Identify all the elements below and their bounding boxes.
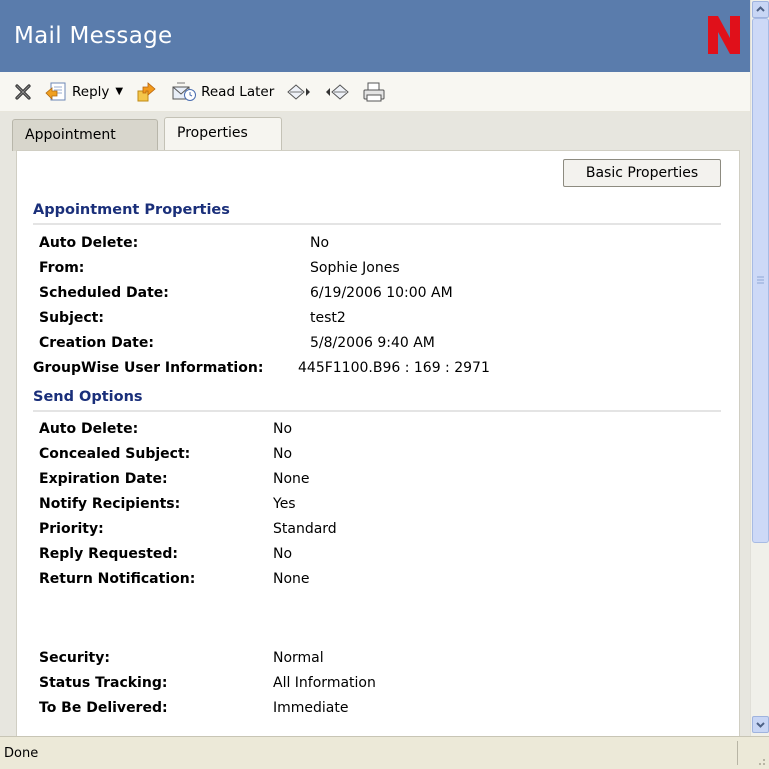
property-label: Scheduled Date: xyxy=(39,285,169,301)
property-label: From: xyxy=(39,260,85,276)
forward-icon xyxy=(137,81,156,101)
property-value: Yes xyxy=(273,496,296,512)
property-label: Notify Recipients: xyxy=(39,496,181,512)
property-value: 6/19/2006 10:00 AM xyxy=(310,285,453,301)
chevron-down-icon[interactable]: ▼ xyxy=(115,86,123,97)
property-value: Immediate xyxy=(273,700,349,716)
close-icon xyxy=(15,83,31,100)
novell-logo-icon xyxy=(708,16,740,54)
print-icon xyxy=(363,82,385,101)
reply-icon xyxy=(45,82,66,100)
section-divider xyxy=(33,223,721,225)
appointment-properties-title: Appointment Properties xyxy=(33,202,230,218)
property-label: Reply Requested: xyxy=(39,546,178,562)
property-value: 5/8/2006 9:40 AM xyxy=(310,335,435,351)
property-value: Sophie Jones xyxy=(310,260,400,276)
vertical-scrollbar[interactable] xyxy=(750,0,769,736)
property-label: Priority: xyxy=(39,521,104,537)
scroll-up-button[interactable] xyxy=(752,1,769,18)
status-bar: Done xyxy=(0,736,769,769)
property-label: Expiration Date: xyxy=(39,471,168,487)
resize-grip-icon[interactable] xyxy=(753,753,767,767)
scroll-down-button[interactable] xyxy=(752,716,769,733)
grip-icon xyxy=(757,276,764,284)
window-title: Mail Message xyxy=(14,23,173,49)
tab-appointment[interactable]: Appointment xyxy=(12,119,158,151)
reply-button[interactable]: Reply ▼ xyxy=(44,81,123,103)
properties-panel: Basic Properties Appointment Properties … xyxy=(16,150,740,740)
scrollbar-thumb[interactable] xyxy=(752,18,769,543)
property-value: 445F1100.B96 : 169 : 2971 xyxy=(298,360,490,376)
property-value: None xyxy=(273,471,310,487)
reply-label: Reply xyxy=(72,83,110,100)
tab-area: Appointment Properties Basic Properties … xyxy=(0,112,750,740)
property-value: No xyxy=(273,546,293,562)
status-divider xyxy=(737,741,738,765)
section-divider xyxy=(33,410,721,412)
property-value: No xyxy=(273,421,293,437)
tab-properties[interactable]: Properties xyxy=(164,117,282,151)
close-button[interactable] xyxy=(14,83,32,101)
forward-button[interactable] xyxy=(135,81,159,103)
property-label: Concealed Subject: xyxy=(39,446,191,462)
property-label: Return Notification: xyxy=(39,571,196,587)
chevron-up-icon xyxy=(756,6,765,12)
property-label: Auto Delete: xyxy=(39,235,139,251)
status-text: Done xyxy=(4,746,39,761)
property-value: test2 xyxy=(310,310,346,326)
property-label: Subject: xyxy=(39,310,104,326)
read-later-label: Read Later xyxy=(201,83,275,100)
property-label: Security: xyxy=(39,650,110,666)
basic-properties-button[interactable]: Basic Properties xyxy=(563,159,721,187)
send-options-title: Send Options xyxy=(33,389,143,405)
title-bar: Mail Message xyxy=(0,0,750,72)
read-later-icon xyxy=(172,82,197,101)
property-value: No xyxy=(273,446,293,462)
next-item-button[interactable] xyxy=(286,82,312,102)
toolbar: Reply ▼ Read Later xyxy=(0,72,750,112)
property-label: Auto Delete: xyxy=(39,421,139,437)
previous-item-icon xyxy=(326,83,350,100)
chevron-down-icon xyxy=(756,722,765,728)
previous-item-button[interactable] xyxy=(324,82,350,102)
property-value: Normal xyxy=(273,650,324,666)
property-label: Creation Date: xyxy=(39,335,154,351)
next-item-icon xyxy=(287,83,311,100)
read-later-button[interactable]: Read Later xyxy=(171,81,274,103)
property-value: Standard xyxy=(273,521,337,537)
property-value: No xyxy=(310,235,330,251)
property-label: GroupWise User Information: xyxy=(33,360,264,376)
property-value: All Information xyxy=(273,675,376,691)
property-value: None xyxy=(273,571,310,587)
property-label: To Be Delivered: xyxy=(39,700,168,716)
property-label: Status Tracking: xyxy=(39,675,168,691)
print-button[interactable] xyxy=(362,81,386,103)
